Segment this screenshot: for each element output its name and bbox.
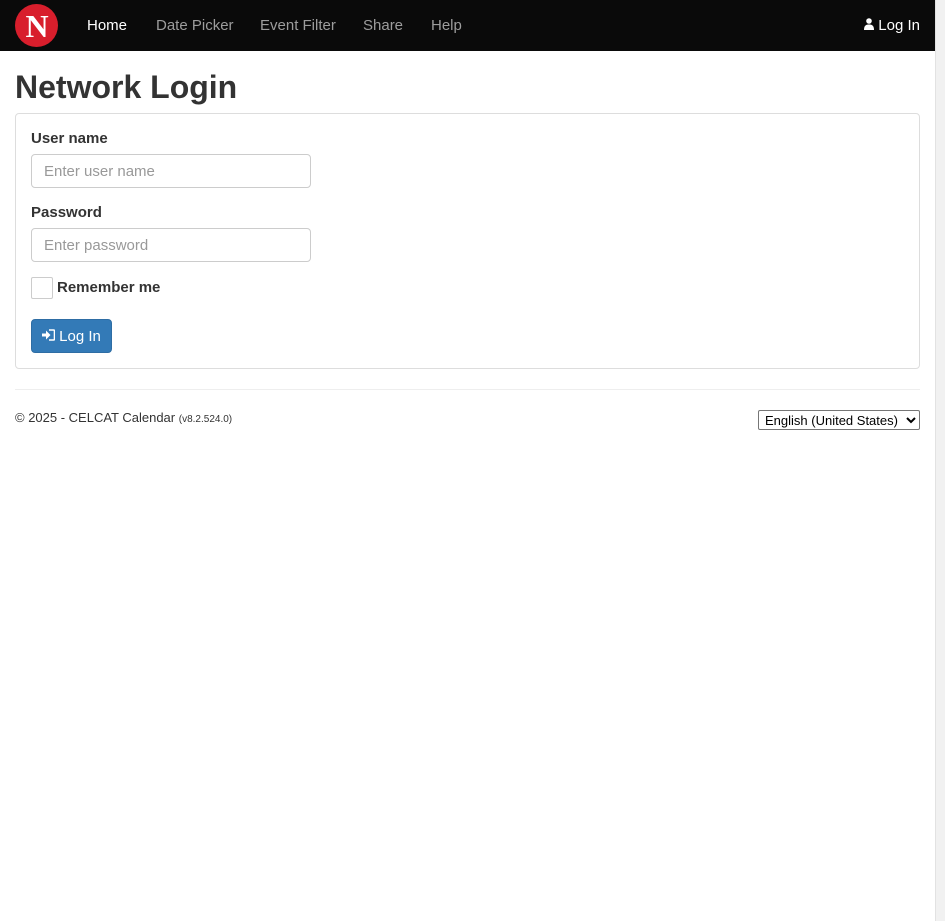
password-label: Password [31,204,102,221]
nav-home[interactable]: Home [87,0,127,51]
remember-me-checkbox[interactable] [31,277,53,299]
user-icon [864,0,875,51]
top-navbar: N Home Date Picker Event Filter Share He… [0,0,935,51]
login-submit-label: Log In [59,327,101,345]
copyright-text: © 2025 - CELCAT Calendar [15,410,176,425]
username-label: User name [31,130,108,147]
nav-help[interactable]: Help [431,0,462,51]
nav-date-picker[interactable]: Date Picker [156,0,234,51]
nav-event-filter[interactable]: Event Filter [260,0,336,51]
remember-me-label[interactable]: Remember me [57,277,160,299]
footer-divider [15,389,920,390]
navbar-login-label: Log In [878,17,920,34]
footer-copyright: © 2025 - CELCAT Calendar (v8.2.524.0) [15,410,232,425]
university-logo-icon[interactable]: N [15,4,58,47]
navbar-login-link[interactable]: Log In [864,0,920,51]
svg-text:N: N [25,10,48,42]
page-scrollbar[interactable] [935,0,945,921]
password-input[interactable] [31,228,311,262]
language-select[interactable]: English (United States) [758,410,920,430]
page-title: Network Login [15,69,238,105]
login-submit-button[interactable]: Log In [31,319,112,353]
login-form-panel: User name Password Remember me Log In [15,113,920,369]
username-input[interactable] [31,154,311,188]
sign-in-icon [42,328,56,345]
nav-share[interactable]: Share [363,0,403,51]
version-text: (v8.2.524.0) [178,414,233,425]
